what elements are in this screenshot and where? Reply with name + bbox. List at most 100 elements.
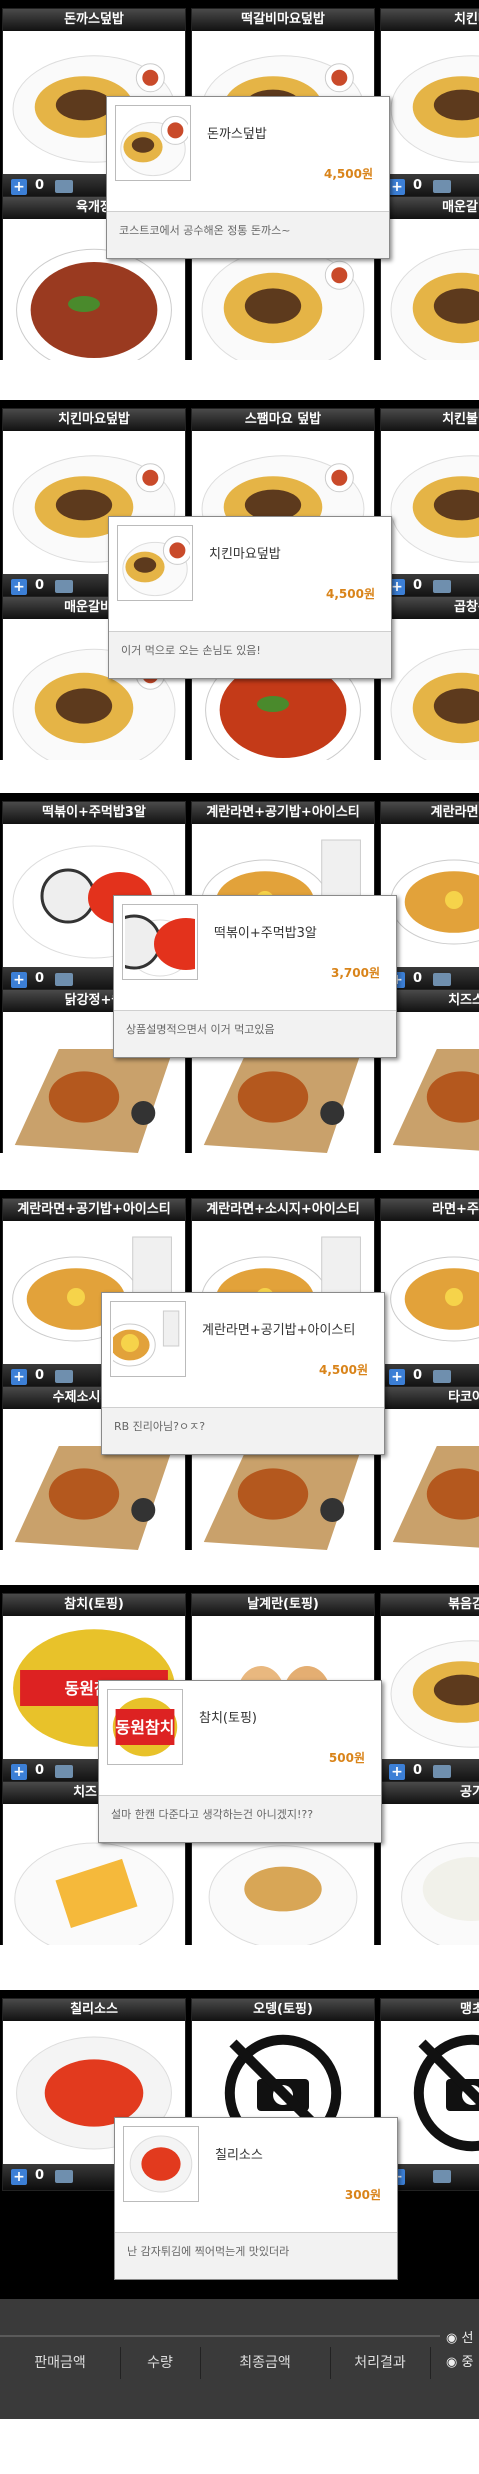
menu-item-label: 계란라면+소시지+아이스티 [192,1199,374,1221]
menu-item-label: 떡볶이+주먹밥3알 [3,802,185,824]
column-header-final-amount[interactable]: 최종금액 [200,2347,331,2379]
minus-icon[interactable] [55,580,73,593]
popup-item-name: 떡볶이+주먹밥3알 [214,926,317,941]
menu-item-label: 치킨불닭마 [381,409,479,431]
menu-panel: 치킨마요덮밥+0스팸마요 덮밥+0치킨불닭마+0매운갈비찜++곱창볶+치킨마요덮… [0,400,479,760]
popup-thumbnail [117,525,193,601]
quantity-value: 0 [35,578,45,593]
popup-item-description: 상품설명적으면서 이거 먹고있음 [114,1011,396,1057]
radio-option-2[interactable]: ◉ 중 [446,2351,473,2370]
minus-icon[interactable] [433,580,451,593]
menu-item-tile[interactable]: 곱창볶+ [380,596,479,760]
menu-item-label: 맹초 [381,1999,479,2021]
quantity-value: 0 [35,178,45,193]
menu-item-tile[interactable]: 매운갈비찜+ [380,196,479,360]
minus-icon[interactable] [55,1765,73,1778]
popup-header: 칠리소스 300원 [115,2118,397,2233]
plus-icon[interactable]: + [389,1764,405,1780]
order-summary-bar: 판매금액 수량 최종금액 처리결과 ◉ 선 ◉ 중 [0,2299,479,2419]
menu-item-photo [381,219,479,360]
menu-item-photo [381,1616,479,1759]
menu-item-label: 볶음김치 [381,1594,479,1616]
popup-thumbnail [122,904,198,980]
quantity-value: 0 [413,178,423,193]
popup-item-name: 참치(토핑) [199,1711,257,1726]
menu-item-label: 칠리소스 [3,1999,185,2021]
menu-item-tile[interactable]: 볶음김치 +0 [380,1593,479,1786]
popup-item-price: 4,500원 [319,1363,368,1377]
menu-item-label: 돈까스덮밥 [3,9,185,31]
plus-icon[interactable]: + [11,1369,27,1385]
menu-item-photo [381,31,479,174]
minus-icon[interactable] [55,180,73,193]
menu-item-tile[interactable]: 치킨마 +0 [380,8,479,201]
radio-option-1-label: 선 [461,2331,474,2346]
menu-item-label: 날계란(토핑) [192,1594,374,1616]
radio-option-1[interactable]: ◉ 선 [446,2327,473,2346]
menu-item-label: 스팸마요 덮밥 [192,409,374,431]
minus-icon[interactable] [433,1765,451,1778]
popup-thumbnail [110,1301,186,1377]
menu-item-label: 계란라면+소시 [381,802,479,824]
popup-item-description: RB 진리아님?ㅇㅈ? [102,1408,384,1454]
plus-icon[interactable]: + [11,972,27,988]
menu-item-label: 치킨마요덮밥 [3,409,185,431]
quantity-value: 0 [413,1368,423,1383]
minus-icon[interactable] [433,1370,451,1383]
popup-header: 동원참치 참치(토핑) 500원 [99,1681,381,1796]
plus-icon[interactable]: + [11,579,27,595]
menu-panel: 돈까스덮밥+0떡갈비마요덮밥+0치킨마+0육개장++매운갈비찜+돈까스덮밥4,5… [0,0,479,360]
popup-item-description: 코스트코에서 공수해온 정통 돈까스~ [107,212,389,258]
menu-item-tile[interactable]: 치킨불닭마+0 [380,408,479,601]
menu-item-label: 치킨마 [381,9,479,31]
menu-item-label: 떡갈비마요덮밥 [192,9,374,31]
popup-item-description: 난 감자튀김에 찍어먹는게 맛있더라 [115,2233,397,2279]
menu-item-label: 공기 [381,1782,479,1804]
column-header-result[interactable]: 처리결과 [330,2347,431,2379]
plus-icon[interactable]: + [389,1369,405,1385]
menu-panel: 떡볶이+주먹밥3알+0계란라면+공기밥+아이스티+0계란라면+소시+0닭강정+콜… [0,793,479,1153]
minus-icon[interactable] [55,1370,73,1383]
quantity-value: 0 [413,578,423,593]
menu-item-tile[interactable]: 라면+주먹밥3 +0 [380,1198,479,1391]
plus-icon[interactable]: + [11,1764,27,1780]
minus-icon[interactable] [433,2170,451,2183]
plus-icon[interactable]: + [11,179,27,195]
svg-text:동원참치: 동원참치 [116,1718,175,1737]
popup-item-price: 4,500원 [326,587,375,601]
popup-header: 돈까스덮밥 4,500원 [107,97,389,212]
column-header-sale-amount[interactable]: 판매금액 [0,2347,121,2379]
popup-item-price: 4,500원 [324,167,373,181]
popup-item-description: 이거 먹으로 오는 손님도 있음! [109,632,391,678]
menu-panel: 칠리소스+0오뎅(토핑)+맹초+칠리소스300원난 감자튀김에 찍어먹는게 맛있… [0,1990,479,2350]
menu-item-label: 매운갈비찜 [381,197,479,219]
popup-item-name: 계란라면+공기밥+아이스티 [202,1323,356,1338]
menu-panel: 참치(토핑)동원참치+0날계란(토핑)+0볶음김치+0치즈(토++공기+동원참치… [0,1585,479,1945]
popup-item-price: 300원 [344,2188,381,2202]
item-detail-popup: 떡볶이+주먹밥3알 3,700원 상품설명적으면서 이거 먹고있음 [113,895,397,1058]
item-detail-popup: 돈까스덮밥 4,500원 코스트코에서 공수해온 정통 돈까스~ [106,96,390,259]
quantity-value: 0 [35,1368,45,1383]
minus-icon[interactable] [55,2170,73,2183]
minus-icon[interactable] [433,180,451,193]
quantity-value: 0 [35,1763,45,1778]
menu-item-photo [381,431,479,574]
quantity-value: 0 [35,971,45,986]
item-detail-popup: 치킨마요덮밥 4,500원 이거 먹으로 오는 손님도 있음! [108,516,392,679]
radio-option-2-label: 중 [461,2355,474,2370]
item-detail-popup: 계란라면+공기밥+아이스티 4,500원 RB 진리아님?ㅇㅈ? [101,1292,385,1455]
menu-item-label: 계란라면+공기밥+아이스티 [192,802,374,824]
popup-header: 계란라면+공기밥+아이스티 4,500원 [102,1293,384,1408]
minus-icon[interactable] [55,973,73,986]
menu-item-label: 라면+주먹밥3 [381,1199,479,1221]
column-header-quantity[interactable]: 수량 [120,2347,201,2379]
popup-header: 떡볶이+주먹밥3알 3,700원 [114,896,396,1011]
minus-icon[interactable] [433,973,451,986]
plus-icon[interactable]: + [11,2169,27,2185]
menu-item-photo [381,619,479,760]
quantity-value: 0 [413,1763,423,1778]
menu-item-tile[interactable]: 공기+ [380,1781,479,1945]
menu-item-label: 참치(토핑) [3,1594,185,1616]
plus-icon[interactable]: + [389,179,405,195]
menu-item-tile[interactable]: 타코야끼+ [380,1386,479,1550]
